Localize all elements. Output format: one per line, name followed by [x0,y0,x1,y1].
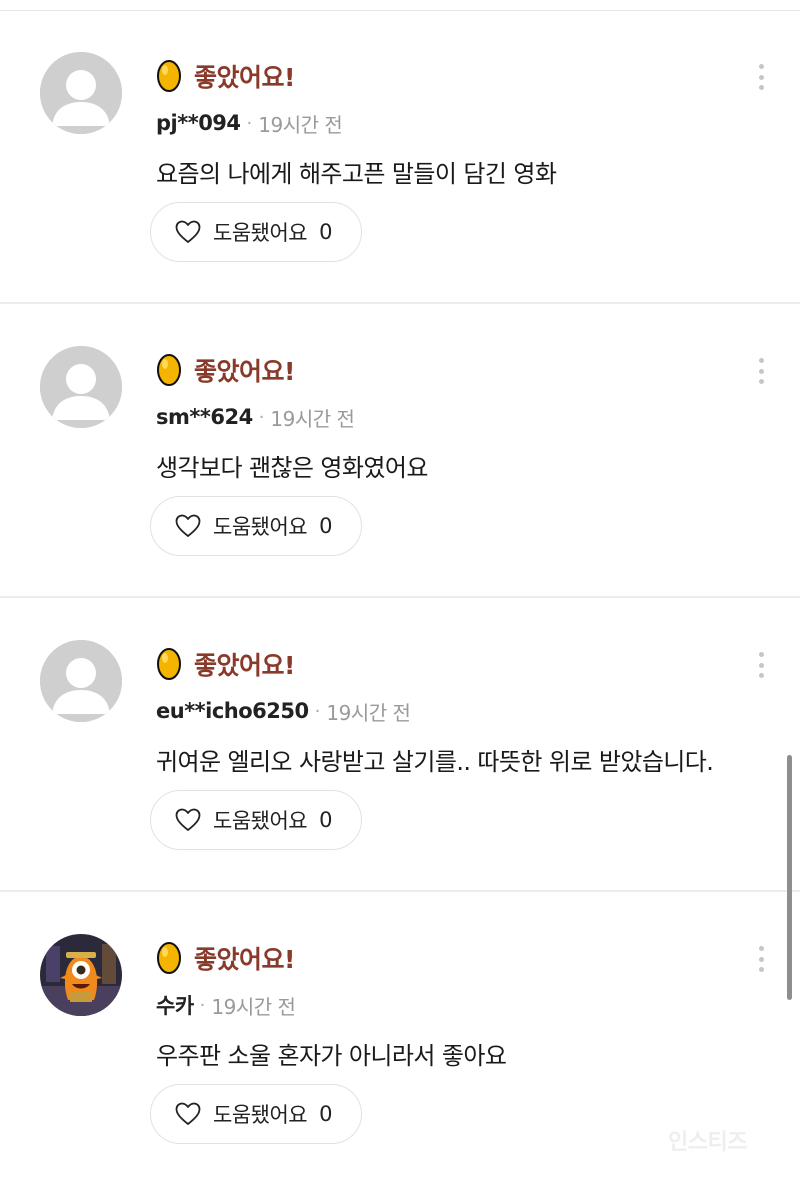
heart-outline-icon [175,514,201,537]
review-text: 요즘의 나에게 해주고픈 말들이 담긴 영화 [156,160,557,188]
helpful-label: 도움됐어요 [213,515,308,539]
rating-label: 좋았어요! [194,63,295,92]
user-avatar[interactable] [40,934,122,1016]
golden-egg-icon [157,60,181,92]
helpful-button[interactable]: 도움됐어요 0 [150,202,362,262]
helpful-count: 0 [319,1102,333,1126]
rating: 좋았어요! [156,938,295,978]
review-item: 좋았어요! eu**icho6250 · 19시간 전 귀여운 엘리오 사랑받고… [0,598,800,892]
helpful-label: 도움됐어요 [213,1103,308,1127]
review-item: 좋았어요! pj**094 · 19시간 전 요즘의 나에게 해주고픈 말들이 … [0,10,800,304]
review-text: 생각보다 괜찮은 영화였어요 [156,454,428,482]
rating-label: 좋았어요! [194,357,295,386]
review-time: 19시간 전 [258,112,343,137]
meta-separator: · [314,700,321,722]
rating: 좋았어요! [156,350,295,390]
helpful-count: 0 [319,808,333,832]
review-text: 귀여운 엘리오 사랑받고 살기를.. 따뜻한 위로 받았습니다. [156,748,714,776]
helpful-button[interactable]: 도움됐어요 0 [150,496,362,556]
username[interactable]: sm**624 [156,405,253,429]
heart-outline-icon [175,220,201,243]
review-meta: pj**094 · 19시간 전 [156,108,343,138]
review-time: 19시간 전 [211,994,296,1019]
golden-egg-icon [157,942,181,974]
meta-separator: · [199,994,206,1016]
default-avatar-icon [40,346,122,428]
scrollbar[interactable] [787,755,792,1000]
golden-egg-icon [157,354,181,386]
watermark: 인스티즈 [668,1130,747,1155]
default-avatar-icon [40,52,122,134]
helpful-label: 도움됐어요 [213,221,308,245]
helpful-button[interactable]: 도움됐어요 0 [150,790,362,850]
user-avatar[interactable] [40,52,122,134]
helpful-count: 0 [319,220,333,244]
review-text: 우주판 소울 혼자가 아니라서 좋아요 [156,1042,507,1070]
character-avatar-icon [40,934,122,1016]
more-vertical-icon[interactable] [752,356,770,386]
review-item: 좋았어요! sm**624 · 19시간 전 생각보다 괜찮은 영화였어요 도움… [0,304,800,598]
helpful-count: 0 [319,514,333,538]
more-vertical-icon[interactable] [752,944,770,974]
username[interactable]: eu**icho6250 [156,699,309,723]
helpful-label: 도움됐어요 [213,809,308,833]
review-list-page: 좋았어요! pj**094 · 19시간 전 요즘의 나에게 해주고픈 말들이 … [0,0,800,1179]
more-vertical-icon[interactable] [752,650,770,680]
review-meta: eu**icho6250 · 19시간 전 [156,696,411,726]
rating-label: 좋았어요! [194,945,295,974]
user-avatar[interactable] [40,640,122,722]
default-avatar-icon [40,640,122,722]
review-meta: sm**624 · 19시간 전 [156,402,355,432]
review-time: 19시간 전 [326,700,411,725]
review-meta: 수카 · 19시간 전 [156,990,296,1020]
username[interactable]: 수카 [156,990,194,1020]
helpful-button[interactable]: 도움됐어요 0 [150,1084,362,1144]
meta-separator: · [258,406,265,428]
rating: 좋았어요! [156,644,295,684]
rating: 좋았어요! [156,56,295,96]
review-time: 19시간 전 [270,406,355,431]
username[interactable]: pj**094 [156,111,241,135]
golden-egg-icon [157,648,181,680]
heart-outline-icon [175,1102,201,1125]
user-avatar[interactable] [40,346,122,428]
rating-label: 좋았어요! [194,651,295,680]
heart-outline-icon [175,808,201,831]
meta-separator: · [246,112,253,134]
more-vertical-icon[interactable] [752,62,770,92]
